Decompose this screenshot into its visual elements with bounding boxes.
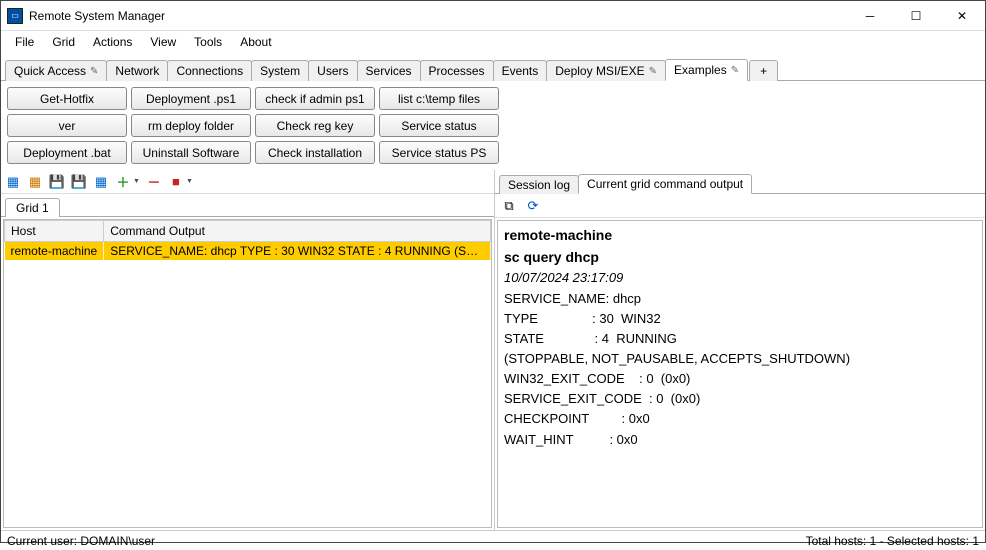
grid-props-icon[interactable]: ▦	[27, 174, 43, 190]
output-command: sc query dhcp	[504, 247, 976, 269]
add-dropdown-icon[interactable]: ▼	[133, 178, 140, 185]
menubar: FileGridActionsViewToolsAbout	[1, 31, 985, 53]
tab-events[interactable]: Events	[493, 60, 548, 81]
grid-toolbar: ▦ ▦ 💾 💾 ▦ ＋▼ － ■▼	[1, 170, 494, 194]
tab-quick-access[interactable]: Quick Access ✎	[5, 60, 107, 81]
columns-icon[interactable]: ▦	[93, 174, 109, 190]
titlebar: ▭ Remote System Manager ─ ☐ ✕	[1, 1, 985, 31]
tab-label: Events	[502, 64, 539, 78]
tab-label: Users	[317, 64, 348, 78]
tab-deploy-msi-exe[interactable]: Deploy MSI/EXE ✎	[546, 60, 666, 81]
output-tabs: Session logCurrent grid command output	[495, 170, 985, 194]
window-title: Remote System Manager	[29, 9, 165, 23]
output-line-5: SERVICE_EXIT_CODE : 0 (0x0)	[504, 389, 976, 409]
col-command-output[interactable]: Command Output	[104, 221, 491, 242]
tab-users[interactable]: Users	[308, 60, 357, 81]
remove-host-icon[interactable]: －	[146, 174, 162, 190]
minimize-button[interactable]: ─	[847, 1, 893, 31]
output-tab-current-grid-command-output[interactable]: Current grid command output	[578, 174, 752, 194]
app-icon: ▭	[7, 8, 23, 24]
output-line-7: WAIT_HINT : 0x0	[504, 430, 976, 450]
tab-label: Processes	[429, 64, 485, 78]
right-pane: Session logCurrent grid command output ⧉…	[495, 170, 985, 530]
main-tabstrip: Quick Access ✎ Network Connections System Use…	[1, 53, 985, 81]
grid-tab-row: Grid 1	[1, 194, 494, 217]
example-buttons-panel: Get-HotfixDeployment .ps1check if admin …	[1, 81, 985, 170]
pencil-icon: ✎	[649, 66, 657, 77]
tab-label: Network	[115, 64, 159, 78]
example-rm-deploy-folder[interactable]: rm deploy folder	[131, 114, 251, 137]
status-hosts: Total hosts: 1 - Selected hosts: 1	[806, 534, 979, 548]
save-icon[interactable]: 💾	[49, 174, 65, 190]
left-pane: ▦ ▦ 💾 💾 ▦ ＋▼ － ■▼ Grid 1 HostCommand Out…	[1, 170, 495, 530]
example-deployment-ps1[interactable]: Deployment .ps1	[131, 87, 251, 110]
output-line-2: STATE : 4 RUNNING	[504, 329, 976, 349]
menu-actions[interactable]: Actions	[85, 33, 140, 51]
tab-connections[interactable]: Connections	[167, 60, 252, 81]
example-list-c-temp-files[interactable]: list c:\temp files	[379, 87, 499, 110]
output-timestamp: 10/07/2024 23:17:09	[504, 268, 976, 288]
menu-about[interactable]: About	[232, 33, 279, 51]
output-tab-session-log[interactable]: Session log	[499, 175, 579, 194]
menu-grid[interactable]: Grid	[44, 33, 83, 51]
output-toolbar: ⧉ ⟳	[495, 194, 985, 218]
add-tab-button[interactable]: +	[749, 60, 778, 81]
tab-network[interactable]: Network	[106, 60, 168, 81]
example-service-status[interactable]: Service status	[379, 114, 499, 137]
tab-label: Connections	[176, 64, 243, 78]
reload-icon[interactable]: ⟳	[525, 198, 541, 214]
example-uninstall-software[interactable]: Uninstall Software	[131, 141, 251, 164]
tab-label: Services	[366, 64, 412, 78]
tab-examples[interactable]: Examples ✎	[665, 59, 748, 81]
pencil-icon: ✎	[731, 65, 739, 76]
output-line-6: CHECKPOINT : 0x0	[504, 409, 976, 429]
window-buttons: ─ ☐ ✕	[847, 1, 985, 31]
cell-host: remote-machine	[5, 242, 104, 261]
example-ver[interactable]: ver	[7, 114, 127, 137]
stop-dropdown-icon[interactable]: ▼	[186, 178, 193, 185]
grid-tab[interactable]: Grid 1	[5, 198, 60, 217]
statusbar: Current user: DOMAIN\user Total hosts: 1…	[1, 530, 985, 550]
output-line-0: SERVICE_NAME: dhcp	[504, 289, 976, 309]
menu-view[interactable]: View	[142, 33, 184, 51]
tab-services[interactable]: Services	[357, 60, 421, 81]
output-line-4: WIN32_EXIT_CODE : 0 (0x0)	[504, 369, 976, 389]
tab-label: Quick Access	[14, 64, 86, 78]
tab-label: System	[260, 64, 300, 78]
output-line-1: TYPE : 30 WIN32	[504, 309, 976, 329]
table-row[interactable]: remote-machineSERVICE_NAME: dhcp TYPE : …	[5, 242, 491, 261]
example-get-hotfix[interactable]: Get-Hotfix	[7, 87, 127, 110]
tab-system[interactable]: System	[251, 60, 309, 81]
output-body[interactable]: remote-machinesc query dhcp10/07/2024 23…	[497, 220, 983, 528]
stop-icon[interactable]: ■	[168, 174, 184, 190]
add-host-icon[interactable]: ＋	[115, 174, 131, 190]
close-button[interactable]: ✕	[939, 1, 985, 31]
example-check-reg-key[interactable]: Check reg key	[255, 114, 375, 137]
host-grid[interactable]: HostCommand Output remote-machineSERVICE…	[3, 219, 492, 528]
tab-processes[interactable]: Processes	[420, 60, 494, 81]
main-split: ▦ ▦ 💾 💾 ▦ ＋▼ － ■▼ Grid 1 HostCommand Out…	[1, 170, 985, 530]
status-user: Current user: DOMAIN\user	[7, 534, 155, 548]
output-line-3: (STOPPABLE, NOT_PAUSABLE, ACCEPTS_SHUTDO…	[504, 349, 976, 369]
menu-tools[interactable]: Tools	[186, 33, 230, 51]
example-deployment-bat[interactable]: Deployment .bat	[7, 141, 127, 164]
save-all-icon[interactable]: 💾	[71, 174, 87, 190]
col-host[interactable]: Host	[5, 221, 104, 242]
tab-label: Examples	[674, 63, 727, 77]
copy-icon[interactable]: ⧉	[501, 198, 517, 214]
pencil-icon: ✎	[90, 66, 98, 77]
maximize-button[interactable]: ☐	[893, 1, 939, 31]
example-service-status-ps[interactable]: Service status PS	[379, 141, 499, 164]
example-check-if-admin-ps1[interactable]: check if admin ps1	[255, 87, 375, 110]
example-check-installation[interactable]: Check installation	[255, 141, 375, 164]
menu-file[interactable]: File	[7, 33, 42, 51]
output-host: remote-machine	[504, 225, 976, 247]
cell-output: SERVICE_NAME: dhcp TYPE : 30 WIN32 STATE…	[104, 242, 491, 261]
tab-label: Deploy MSI/EXE	[555, 64, 644, 78]
grid-add-icon[interactable]: ▦	[5, 174, 21, 190]
